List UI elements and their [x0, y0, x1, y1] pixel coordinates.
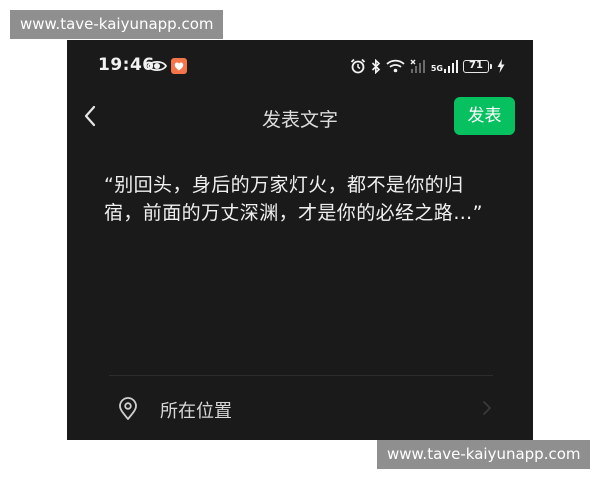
location-pin-icon: [119, 397, 137, 420]
status-left-icons: [147, 58, 187, 74]
phone-screen: 19:46 5G 71 发表文字 发表 “别回头，身后的万家灯火，都不是你的归宿…: [67, 40, 533, 440]
nav-bar: 发表文字 发表: [67, 95, 533, 139]
publish-button[interactable]: 发表: [454, 97, 515, 135]
location-row[interactable]: 所在位置: [107, 385, 493, 431]
charging-icon: [497, 59, 505, 73]
status-right-icons: 5G 71: [350, 58, 505, 74]
signal-5g-icon: 5G: [431, 59, 458, 73]
bluetooth-icon: [371, 58, 381, 74]
alarm-icon: [350, 58, 365, 74]
battery-icon: 71: [463, 59, 492, 73]
eye-icon: [147, 60, 167, 72]
battery-level: 71: [463, 59, 489, 73]
post-text-input[interactable]: “别回头，身后的万家灯火，都不是你的归宿，前面的万丈深渊，才是你的必经之路…”: [104, 171, 499, 227]
network-type-label: 5G: [430, 64, 443, 73]
signal-no-sim-icon: [410, 59, 425, 73]
page: www.tave-kaiyunapp.com 19:46 5G 71 发表文字 …: [0, 0, 600, 480]
wifi-icon: [386, 59, 405, 73]
watermark-bottom: www.tave-kaiyunapp.com: [377, 440, 590, 469]
chevron-right-icon: [483, 401, 491, 415]
app-notification-icon: [171, 58, 187, 74]
watermark-top: www.tave-kaiyunapp.com: [10, 10, 223, 39]
status-bar: 19:46 5G 71: [67, 40, 533, 95]
divider: [109, 375, 493, 376]
location-label: 所在位置: [160, 401, 232, 422]
